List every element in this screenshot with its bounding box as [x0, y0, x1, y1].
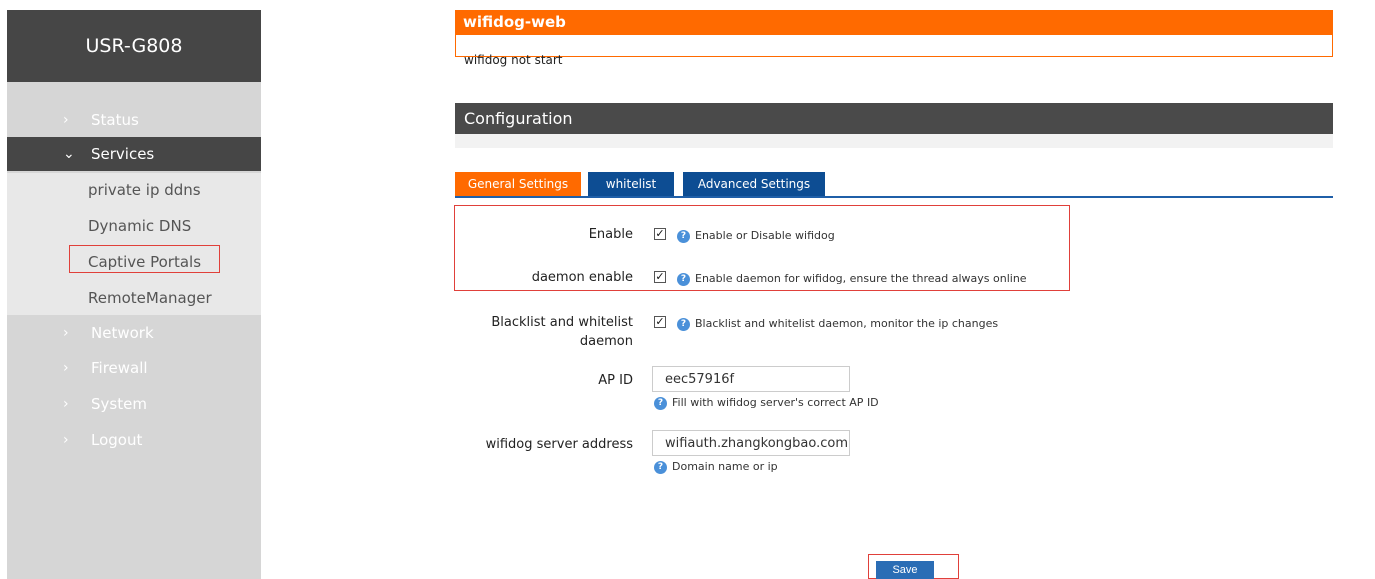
daemon-enable-checkbox[interactable]: ✓ — [654, 271, 666, 283]
sidebar-item-label: Firewall — [91, 359, 148, 377]
sidebar-item-system[interactable]: › System — [7, 387, 261, 421]
help-icon: ? — [677, 230, 690, 243]
blacklist-daemon-help: Blacklist and whitelist daemon, monitor … — [695, 317, 999, 330]
sidebar-subitem-remote-manager[interactable]: RemoteManager — [7, 281, 261, 315]
help-icon: ? — [654, 397, 667, 410]
sidebar-item-label: Status — [91, 111, 139, 129]
sidebar-item-label: Network — [91, 324, 154, 342]
daemon-enable-help: Enable daemon for wifidog, ensure the th… — [695, 272, 1027, 285]
sidebar-item-status[interactable]: › Status — [7, 103, 261, 137]
config-subheader — [455, 134, 1333, 148]
enable-label: Enable — [588, 227, 633, 242]
enable-help: Enable or Disable wifidog — [695, 229, 835, 242]
blacklist-daemon-label-line2: daemon — [579, 334, 633, 349]
chevron-right-icon: › — [63, 112, 69, 128]
sidebar-item-firewall[interactable]: › Firewall — [7, 351, 261, 385]
chevron-right-icon: › — [63, 432, 69, 448]
status-panel-title: wifidog-web — [455, 10, 1333, 35]
config-title: Configuration — [455, 103, 1333, 134]
sidebar-item-label: Services — [91, 145, 155, 163]
brand-title: USR-G808 — [7, 10, 261, 82]
daemon-enable-label: daemon enable — [531, 270, 633, 285]
tab-whitelist[interactable]: whitelist — [588, 172, 674, 197]
blacklist-daemon-label-line1: Blacklist and whitelist — [491, 315, 633, 330]
blacklist-daemon-checkbox[interactable]: ✓ — [654, 316, 666, 328]
chevron-right-icon: › — [63, 325, 69, 341]
sidebar-item-label: Logout — [91, 431, 143, 449]
tabs-underline — [455, 196, 1333, 198]
sidebar-subitem-dynamic-dns[interactable]: Dynamic DNS — [7, 209, 261, 243]
chevron-down-icon: ⌄ — [63, 146, 75, 162]
ap-id-help: Fill with wifidog server's correct AP ID — [672, 396, 879, 409]
help-icon: ? — [677, 318, 690, 331]
ap-id-label: AP ID — [598, 373, 633, 388]
server-address-help: Domain name or ip — [672, 460, 778, 473]
tab-advanced-settings[interactable]: Advanced Settings — [683, 172, 825, 197]
tab-general-settings[interactable]: General Settings — [455, 172, 581, 197]
sidebar-item-logout[interactable]: › Logout — [7, 423, 261, 457]
captive-portals-highlight — [69, 245, 220, 273]
status-message: wifidog not start — [464, 53, 563, 67]
sidebar-item-services[interactable]: ⌄ Services — [7, 137, 261, 171]
blacklist-daemon-label: Blacklist and whitelist daemon — [460, 315, 633, 349]
help-icon: ? — [654, 461, 667, 474]
chevron-right-icon: › — [63, 360, 69, 376]
sidebar-subitem-private-ip-ddns[interactable]: private ip ddns — [7, 173, 261, 207]
sidebar: USR-G808 › Status ⌄ Services private ip … — [7, 10, 261, 579]
sidebar-item-network[interactable]: › Network — [7, 316, 261, 350]
server-address-label: wifidog server address — [485, 437, 633, 452]
help-icon: ? — [677, 273, 690, 286]
services-submenu: private ip ddns Dynamic DNS Captive Port… — [7, 173, 261, 315]
save-button[interactable]: Save — [876, 561, 934, 579]
ap-id-input[interactable] — [652, 366, 850, 392]
enable-checkbox[interactable]: ✓ — [654, 228, 666, 240]
server-address-input[interactable] — [652, 430, 850, 456]
chevron-right-icon: › — [63, 396, 69, 412]
sidebar-item-label: System — [91, 395, 147, 413]
